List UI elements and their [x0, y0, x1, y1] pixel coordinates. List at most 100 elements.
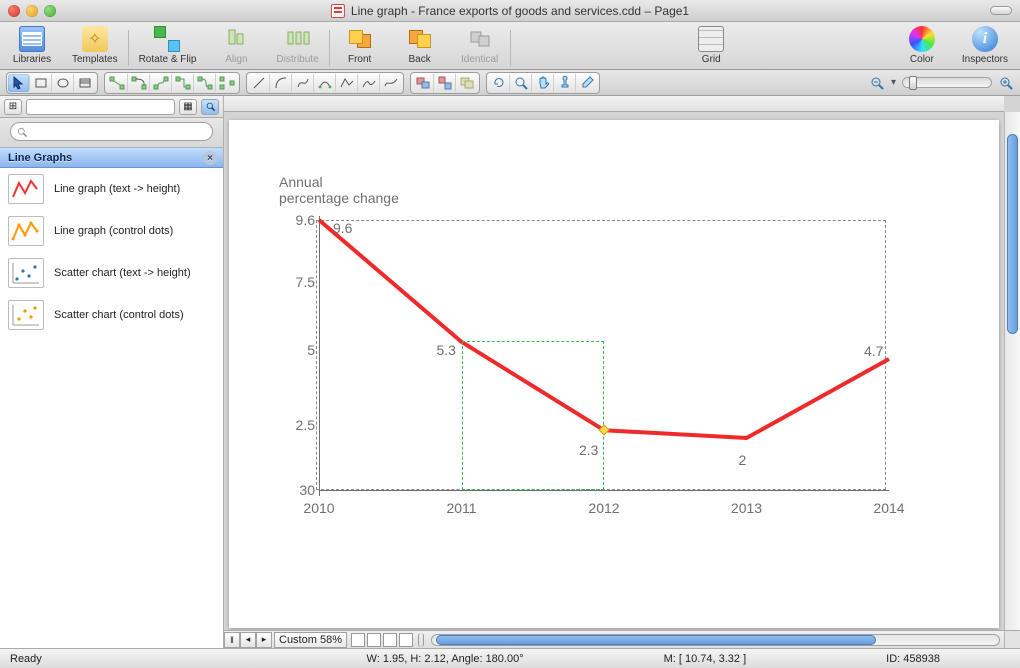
align-button[interactable]: Align	[216, 26, 256, 65]
library-item[interactable]: Scatter chart (control dots)	[0, 294, 223, 336]
eyedropper-tool[interactable]	[576, 74, 598, 92]
distribute-button[interactable]: Distribute	[276, 26, 318, 65]
panel-close-icon[interactable]: ×	[203, 151, 217, 165]
color-label: Color	[910, 54, 934, 65]
page-thumb[interactable]	[367, 633, 381, 647]
back-button[interactable]: Back	[400, 26, 440, 65]
polyline-tool[interactable]	[336, 74, 358, 92]
view-tools-group	[486, 72, 600, 94]
libraries-label: Libraries	[13, 54, 51, 65]
inspectors-label: Inspectors	[962, 54, 1008, 65]
sidebar-filter-field[interactable]	[26, 99, 175, 115]
horizontal-scrollbar[interactable]	[431, 634, 1000, 646]
bezier-tool[interactable]	[314, 74, 336, 92]
horizontal-scrollbar-thumb[interactable]	[436, 635, 876, 645]
stamp-tool[interactable]	[554, 74, 576, 92]
library-panel-header[interactable]: Line Graphs ×	[0, 148, 223, 168]
connector-smart-tool[interactable]	[172, 74, 194, 92]
spline-tool[interactable]	[292, 74, 314, 92]
zoom-level-box[interactable]: Custom 58%	[274, 632, 347, 648]
rotate-flip-button[interactable]: Rotate & Flip	[139, 26, 197, 65]
library-item[interactable]: Scatter chart (text -> height)	[0, 252, 223, 294]
vertical-scrollbar-thumb[interactable]	[1007, 134, 1018, 334]
window-close-button[interactable]	[8, 5, 20, 17]
distribute-label: Distribute	[276, 54, 318, 65]
group-tool[interactable]	[412, 74, 434, 92]
ungroup-tool[interactable]	[434, 74, 456, 92]
connector-round-tool[interactable]	[194, 74, 216, 92]
polyline-round-tool[interactable]	[358, 74, 380, 92]
line-chart[interactable]: Annual percentage change 9.67.552.530201…	[229, 120, 999, 628]
document-icon	[331, 4, 345, 18]
identical-button[interactable]: Identical	[460, 26, 500, 65]
color-button[interactable]: Color	[902, 26, 942, 65]
status-object-id: ID: 458938	[886, 653, 940, 665]
page-slider[interactable]	[418, 633, 424, 647]
sidebar-search-area	[0, 118, 223, 148]
library-item[interactable]: Line graph (text -> height)	[0, 168, 223, 210]
y-tick-label: 9.6	[296, 212, 315, 228]
pencil-tool[interactable]	[380, 74, 402, 92]
zoom-in-icon[interactable]	[998, 75, 1014, 91]
align-icon	[223, 26, 249, 52]
page[interactable]: Annual percentage change 9.67.552.530201…	[229, 120, 999, 628]
x-tick-label: 2014	[873, 500, 904, 516]
search-icon	[16, 126, 28, 138]
y-tick-label: 5	[307, 342, 315, 358]
bring-to-front-icon	[347, 26, 373, 52]
templates-button[interactable]: Templates	[72, 26, 118, 65]
window-minimize-button[interactable]	[26, 5, 38, 17]
combine-tool[interactable]	[456, 74, 478, 92]
x-tick-label: 2012	[588, 500, 619, 516]
thumbnail-view-button[interactable]: ▦	[179, 99, 197, 115]
zoom-tool[interactable]	[510, 74, 532, 92]
window-zoom-button[interactable]	[44, 5, 56, 17]
line-tool[interactable]	[248, 74, 270, 92]
zoom-slider[interactable]	[902, 77, 992, 88]
vertical-scrollbar[interactable]	[1004, 112, 1020, 630]
zoom-dropdown-icon[interactable]: ▾	[891, 77, 896, 88]
zoom-out-icon[interactable]	[869, 75, 885, 91]
connector-tools-group	[104, 72, 240, 94]
sidebar-search-input[interactable]	[10, 122, 213, 141]
refresh-tool[interactable]	[488, 74, 510, 92]
x-axis-line	[319, 490, 889, 491]
data-label: 5.3	[437, 342, 456, 358]
chart-line	[319, 220, 889, 490]
grid-button[interactable]: Grid	[691, 26, 731, 65]
connector-bezier-tool[interactable]	[150, 74, 172, 92]
toolbar-pill-button[interactable]	[990, 6, 1012, 15]
inspectors-button[interactable]: Inspectors	[962, 26, 1008, 65]
rectangle-tool[interactable]	[30, 74, 52, 92]
page-thumb[interactable]	[351, 633, 365, 647]
text-tool[interactable]	[74, 74, 96, 92]
scatter-dots-icon	[8, 300, 44, 330]
canvas-viewport[interactable]: Annual percentage change 9.67.552.530201…	[224, 112, 1004, 630]
y-tick-label: 2.5	[296, 417, 315, 433]
front-button[interactable]: Front	[340, 26, 380, 65]
connector-right-angle-tool[interactable]	[216, 74, 238, 92]
libraries-button[interactable]: Libraries	[12, 26, 52, 65]
scroll-pause-button[interactable]: ‖	[224, 632, 240, 648]
canvas-area: Annual percentage change 9.67.552.530201…	[224, 96, 1020, 648]
x-tick-label: 2010	[303, 500, 334, 516]
library-sidebar: ⊞ ▦ Line Graphs × Line graph (text -> he…	[0, 96, 224, 648]
arc-tool[interactable]	[270, 74, 292, 92]
zoom-slider-thumb[interactable]	[909, 76, 917, 90]
sidebar-search-mode-button[interactable]	[201, 99, 219, 115]
library-item[interactable]: Line graph (control dots)	[0, 210, 223, 252]
ellipse-tool[interactable]	[52, 74, 74, 92]
connector-arc-tool[interactable]	[128, 74, 150, 92]
hand-tool[interactable]	[532, 74, 554, 92]
connector-direct-tool[interactable]	[106, 74, 128, 92]
scroll-right-button[interactable]: ▸	[256, 632, 272, 648]
scroll-left-button[interactable]: ◂	[240, 632, 256, 648]
status-text: Ready	[10, 653, 42, 665]
tree-view-button[interactable]: ⊞	[4, 99, 22, 115]
horizontal-bottom-bar: ‖ ◂ ▸ Custom 58%	[224, 630, 1004, 648]
page-thumb[interactable]	[383, 633, 397, 647]
grid-icon	[698, 26, 724, 52]
make-identical-icon	[467, 26, 493, 52]
pointer-tool[interactable]	[8, 74, 30, 92]
page-thumb[interactable]	[399, 633, 413, 647]
